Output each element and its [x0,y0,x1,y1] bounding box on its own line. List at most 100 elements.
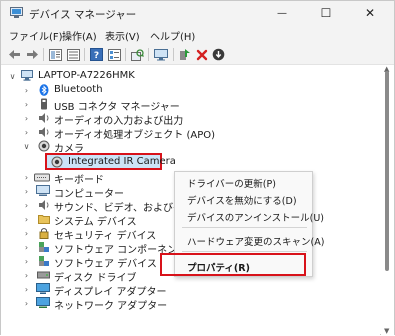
computer-icon [153,48,168,60]
forward-button[interactable] [25,47,40,62]
update-driver-icon [179,49,190,60]
disable-device-icon [212,48,225,61]
forward-arrow-icon [27,50,38,59]
chevron-down-icon[interactable]: ∨ [22,140,31,152]
software-component-icon [39,242,49,252]
context-menu-disable-device[interactable]: デバイスを無効にする(D) [187,193,297,207]
chevron-right-icon[interactable]: › [22,283,31,295]
close-button[interactable]: ✕ [348,1,392,25]
chevron-right-icon[interactable]: › [22,185,31,197]
network-adapter-icon [36,297,50,308]
speaker-icon [39,200,49,210]
properties-pane-icon [49,48,62,61]
tree-item-network-adapters[interactable]: ネットワーク アダプター [54,297,167,312]
back-button[interactable] [7,47,22,62]
chevron-right-icon[interactable]: › [22,98,31,110]
window-title: デバイス マネージャー [29,9,137,21]
devices-view-button[interactable] [107,47,122,62]
vertical-scrollbar[interactable]: ▲ ▼ [381,65,394,336]
minimize-icon: — [277,7,287,19]
device-manager-app-icon [10,7,23,18]
tree-item-security-devices[interactable]: セキュリティ デバイス [54,227,156,242]
tree-item-keyboard[interactable]: キーボード [54,171,104,186]
tree-item-display-adapters[interactable]: ディスプレイ アダプター [54,283,166,298]
keyboard-icon [34,173,50,182]
title-bar: デバイス マネージャー — ☐ ✕ [1,1,394,25]
computer-icon [21,70,33,81]
menu-help[interactable]: ヘルプ(H) [150,28,195,43]
scan-hardware-button[interactable] [130,47,145,62]
tree-item-computer[interactable]: コンピューター [54,185,124,200]
chevron-right-icon[interactable]: › [22,126,31,138]
close-icon: ✕ [364,6,376,20]
security-key-icon [39,228,49,239]
chevron-right-icon[interactable]: › [22,112,31,124]
toolbar: ? [1,44,394,65]
uninstall-icon [196,49,207,60]
tree-item-system-devices[interactable]: システム デバイス [54,213,137,228]
tree-item-bluetooth[interactable]: Bluetooth [54,84,103,95]
chevron-right-icon[interactable]: › [22,213,31,225]
bluetooth-icon [39,84,49,96]
device-manager-window: デバイス マネージャー — ☐ ✕ ファイル(F) 操作(A) 表示(V) ヘル… [0,0,395,336]
tree-item-audio-processing-objects[interactable]: オーディオ処理オブジェクト (APO) [54,126,215,141]
tree-item-audio-inputs-outputs[interactable]: オーディオの入力および出力 [54,112,183,127]
chevron-right-icon[interactable]: › [22,171,31,183]
chevron-right-icon[interactable]: › [22,255,31,267]
uninstall-device-button[interactable] [194,47,209,62]
tree-item-disk-drives[interactable]: ディスク ドライブ [54,269,136,284]
chevron-right-icon[interactable]: › [22,227,31,239]
toolbar-separator [43,48,44,61]
tree-item-usb-connector-manager[interactable]: USB コネクタ マネージャー [54,98,180,113]
menu-file[interactable]: ファイル(F) [9,28,63,43]
folder-icon [38,215,50,224]
toolbar-separator [125,48,126,61]
tree-root-computer-name[interactable]: LAPTOP-A7226HMK [38,70,135,81]
chevron-right-icon[interactable]: › [22,84,31,96]
toolbar-separator [148,48,149,61]
disk-drive-icon [37,271,50,279]
tree-item-software-devices[interactable]: ソフトウェア デバイス [54,255,157,270]
display-adapter-icon [36,283,50,294]
tree-item-label: Integrated IR Camera [68,156,176,167]
computer-icon [36,185,50,196]
menu-separator [182,227,307,228]
properties-pane-button[interactable] [48,47,63,62]
camera-icon [38,140,50,152]
software-device-icon [39,256,49,266]
speaker-icon [39,127,49,137]
scroll-down-arrow-icon[interactable]: ▼ [384,327,389,335]
scroll-thumb[interactable] [385,71,389,271]
update-driver-button[interactable] [177,47,192,62]
speaker-icon [39,113,49,123]
usb-connector-icon [41,98,47,110]
context-menu-scan-hardware[interactable]: ハードウェア変更のスキャン(A) [187,234,324,248]
help-button[interactable]: ? [89,47,104,62]
minimize-button[interactable]: — [260,1,304,25]
menu-view[interactable]: 表示(V) [105,28,140,43]
context-menu-update-driver[interactable]: ドライバーの更新(P) [187,176,276,190]
chevron-right-icon[interactable]: › [22,269,31,281]
toolbar-separator [84,48,85,61]
tree-item-integrated-ir-camera[interactable]: Integrated IR Camera [45,153,176,170]
help-icon: ? [90,48,103,61]
device-list-button[interactable] [66,47,81,62]
scan-icon [131,48,144,61]
chevron-right-icon[interactable]: › [22,297,31,309]
chevron-right-icon[interactable]: › [22,199,31,211]
svg-text:?: ? [94,51,99,61]
devices-view-icon [108,48,121,61]
menu-bar: ファイル(F) 操作(A) 表示(V) ヘルプ(H) [1,25,394,44]
chevron-right-icon[interactable]: › [22,241,31,253]
computer-button[interactable] [153,47,168,62]
disable-device-button[interactable] [211,47,226,62]
menu-separator [182,251,307,252]
toolbar-separator [173,48,174,61]
maximize-icon: ☐ [320,6,332,20]
camera-icon [51,156,63,168]
chevron-down-icon[interactable]: ∨ [8,70,17,82]
properties-highlight-box [160,253,306,276]
context-menu-uninstall-device[interactable]: デバイスのアンインストール(U) [187,210,324,224]
maximize-button[interactable]: ☐ [304,1,348,25]
menu-action[interactable]: 操作(A) [62,28,97,43]
